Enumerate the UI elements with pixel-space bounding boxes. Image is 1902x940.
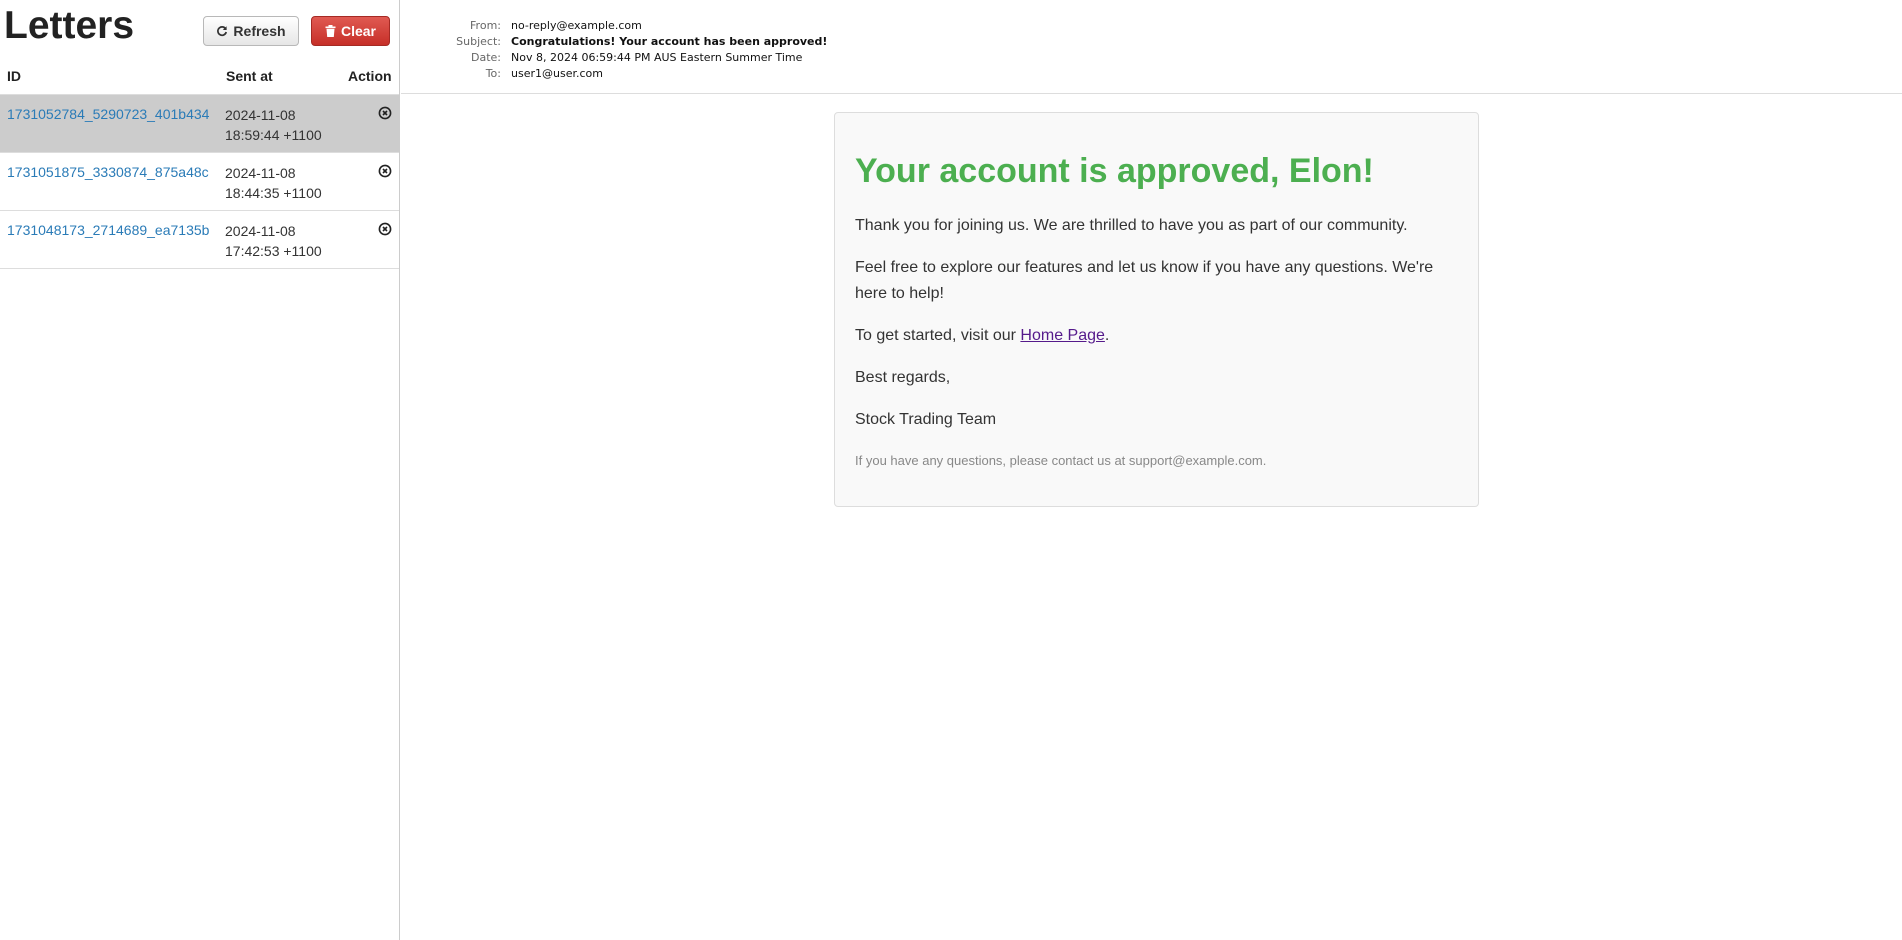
letter-row[interactable]: 1731052784_5290723_401b434 2024-11-08 18…: [0, 95, 399, 153]
email-paragraph: To get started, visit our Home Page.: [855, 323, 1458, 349]
email-body-card: Your account is approved, Elon! Thank yo…: [834, 112, 1479, 507]
header-subject-label: Subject:: [456, 35, 501, 48]
email-footer: If you have any questions, please contac…: [855, 453, 1267, 468]
letter-row[interactable]: 1731051875_3330874_875a48c 2024-11-08 18…: [0, 153, 399, 211]
column-header-sent-at: Sent at: [226, 68, 273, 84]
home-page-link[interactable]: Home Page: [1020, 327, 1105, 344]
letter-sent-time: 17:42:53 +1100: [225, 243, 322, 259]
header-from-label: From:: [470, 19, 501, 32]
email-text: .: [1104, 327, 1110, 344]
letters-sidebar: Letters Refresh Clear ID Sent at Action …: [0, 0, 400, 940]
column-header-id: ID: [7, 68, 21, 84]
letter-id-link[interactable]: 1731052784_5290723_401b434: [7, 106, 209, 122]
letter-sent-time: 18:59:44 +1100: [225, 127, 322, 143]
letters-table: ID Sent at Action 1731052784_5290723_401…: [0, 60, 399, 269]
email-paragraph: Thank you for joining us. We are thrille…: [855, 217, 1408, 234]
refresh-icon: [216, 25, 228, 37]
trash-icon: [325, 25, 336, 37]
close-circle-icon[interactable]: [378, 164, 392, 178]
letter-sent-date: 2024-11-08: [225, 107, 296, 123]
letter-id-link[interactable]: 1731048173_2714689_ea7135b: [7, 222, 209, 238]
email-text: To get started, visit our: [855, 327, 1021, 344]
letter-sent-at: 2024-11-08 17:42:53 +1100: [225, 221, 322, 261]
letter-row[interactable]: 1731048173_2714689_ea7135b 2024-11-08 17…: [0, 211, 399, 269]
close-circle-icon[interactable]: [378, 106, 392, 120]
letter-id-link[interactable]: 1731051875_3330874_875a48c: [7, 164, 209, 180]
refresh-button-label: Refresh: [233, 23, 286, 39]
letter-sent-date: 2024-11-08: [225, 165, 296, 181]
email-heading: Your account is approved, Elon!: [855, 152, 1374, 190]
refresh-button[interactable]: Refresh: [203, 16, 299, 46]
email-signature: Stock Trading Team: [855, 411, 997, 428]
header-to-value: user1@user.com: [511, 67, 603, 80]
letter-sent-at: 2024-11-08 18:59:44 +1100: [225, 105, 322, 145]
sidebar-header: Letters Refresh Clear: [0, 0, 399, 60]
close-circle-icon[interactable]: [378, 222, 392, 236]
clear-button[interactable]: Clear: [311, 16, 390, 46]
mail-viewer-app: Letters Refresh Clear ID Sent at Action …: [0, 0, 1902, 940]
header-date-value: Nov 8, 2024 06:59:44 PM AUS Eastern Summ…: [511, 51, 803, 64]
header-subject-value: Congratulations! Your account has been a…: [511, 35, 828, 48]
header-date-label: Date:: [471, 51, 501, 64]
letter-sent-time: 18:44:35 +1100: [225, 185, 322, 201]
clear-button-label: Clear: [340, 23, 377, 39]
column-header-action: Action: [348, 68, 392, 84]
sidebar-title: Letters: [4, 4, 135, 47]
letter-sent-at: 2024-11-08 18:44:35 +1100: [225, 163, 322, 203]
letters-table-header: ID Sent at Action: [0, 60, 399, 95]
letter-sent-date: 2024-11-08: [225, 223, 296, 239]
header-from-value: no-reply@example.com: [511, 19, 642, 32]
message-headers: From: no-reply@example.com Subject: Cong…: [401, 0, 1902, 94]
header-to-label: To:: [485, 67, 501, 80]
email-paragraph: Best regards,: [855, 369, 951, 386]
message-pane: From: no-reply@example.com Subject: Cong…: [401, 0, 1902, 940]
email-paragraph: Feel free to explore our features and le…: [855, 259, 1434, 302]
